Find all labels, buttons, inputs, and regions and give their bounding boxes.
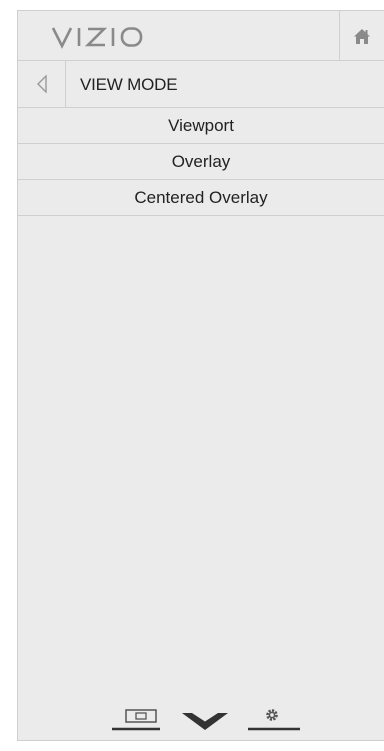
side-panel: VIEW MODE Viewport Overlay Centered Over…: [17, 10, 384, 741]
menu-item-centered-overlay[interactable]: Centered Overlay: [18, 180, 384, 216]
vizio-v-icon[interactable]: [182, 713, 228, 730]
settings-gear-icon[interactable]: [248, 709, 300, 731]
page-title: VIEW MODE: [80, 75, 178, 94]
menu-item-overlay[interactable]: Overlay: [18, 144, 384, 180]
menu-item-viewport[interactable]: Viewport: [18, 108, 384, 144]
bottom-nav-bar: [112, 709, 300, 731]
home-icon: [354, 28, 370, 44]
home-button[interactable]: [339, 11, 384, 61]
nav-row: VIEW MODE: [18, 61, 384, 108]
back-arrow-icon: [36, 75, 47, 93]
panel-header: [18, 11, 384, 61]
vizio-logo: [51, 27, 143, 49]
back-button[interactable]: [18, 61, 66, 107]
picture-mode-icon[interactable]: [112, 709, 160, 731]
